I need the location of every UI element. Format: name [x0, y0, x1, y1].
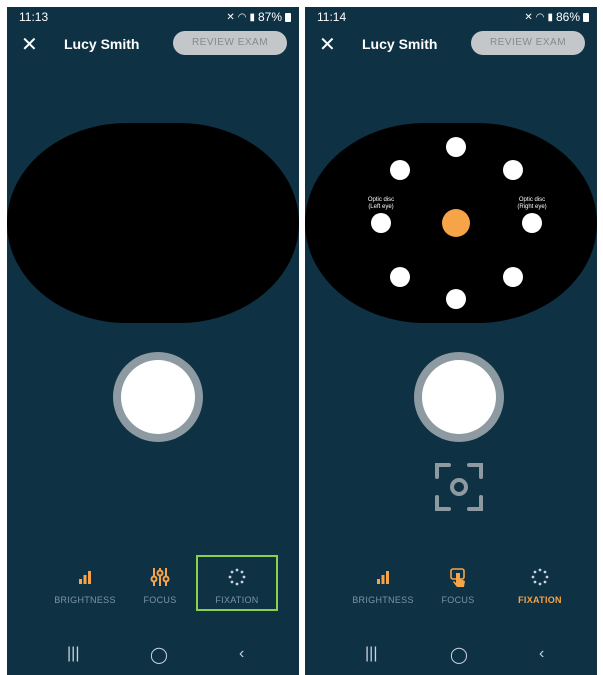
focus-target-icon[interactable]: [434, 462, 484, 512]
recents-icon[interactable]: |||: [67, 645, 79, 663]
fixation-point-bottom[interactable]: [446, 289, 466, 309]
capture-button-inner: [121, 360, 195, 434]
optic-disc-right-label: Optic disc (Right eye): [517, 197, 547, 210]
fixation-point-right[interactable]: [522, 213, 542, 233]
tab-focus-label: FOCUS: [143, 595, 177, 605]
home-icon[interactable]: ◯: [150, 645, 168, 665]
tab-brightness[interactable]: BRIGHTNESS: [43, 565, 127, 605]
optic-disc-left-label: Optic disc (Left eye): [367, 197, 395, 210]
mute-icon: ✕: [524, 11, 533, 23]
review-exam-button[interactable]: REVIEW EXAM: [471, 31, 585, 55]
fixation-point-center[interactable]: [442, 209, 470, 237]
fixation-tab-highlight: [196, 555, 278, 611]
battery-icon: [583, 12, 589, 22]
camera-preview: Optic disc (Left eye) Optic disc (Right …: [305, 123, 597, 323]
patient-name: Lucy Smith: [64, 36, 140, 52]
fixation-icon: [498, 565, 582, 589]
header: ✕ Lucy Smith REVIEW EXAM: [7, 27, 299, 65]
status-bar: 11:13 ✕ ◠ ▮ 87%: [7, 7, 299, 27]
focus-sliders-icon: [118, 565, 202, 589]
fixation-point-lower-left[interactable]: [390, 267, 410, 287]
system-navbar: ||| ◯ ‹: [7, 637, 299, 675]
back-icon[interactable]: ‹: [539, 645, 544, 663]
capture-button[interactable]: [113, 352, 203, 442]
tab-focus[interactable]: FOCUS: [416, 565, 500, 605]
status-bar: 11:14 ✕ ◠ ▮ 86%: [305, 7, 597, 27]
fixation-point-upper-right[interactable]: [503, 160, 523, 180]
signal-icon: ▮: [547, 11, 553, 23]
fixation-point-lower-right[interactable]: [503, 267, 523, 287]
right-phone-screen: 11:14 ✕ ◠ ▮ 86% ✕ Lucy Smith REVIEW EXAM…: [305, 7, 597, 675]
wifi-icon: ◠: [535, 11, 545, 23]
status-icons: ✕ ◠ ▮ 86%: [524, 10, 589, 24]
close-icon[interactable]: ✕: [21, 33, 38, 57]
battery-icon: [285, 12, 291, 22]
battery-percent: 87%: [257, 10, 282, 24]
system-navbar: ||| ◯ ‹: [305, 637, 597, 675]
recents-icon[interactable]: |||: [365, 645, 377, 663]
status-icons: ✕ ◠ ▮ 87%: [226, 10, 291, 24]
tab-focus[interactable]: FOCUS: [118, 565, 202, 605]
brightness-icon: [341, 565, 425, 589]
bottom-tabs: BRIGHTNESS FOCUS FIXATION: [305, 565, 597, 615]
left-phone-screen: 11:13 ✕ ◠ ▮ 87% ✕ Lucy Smith REVIEW EXAM…: [7, 7, 299, 675]
header: ✕ Lucy Smith REVIEW EXAM: [305, 27, 597, 65]
patient-name: Lucy Smith: [362, 36, 438, 52]
status-time: 11:14: [317, 10, 347, 24]
fixation-point-top[interactable]: [446, 137, 466, 157]
touch-icon: [416, 565, 500, 589]
tab-fixation-label: FIXATION: [518, 595, 562, 605]
wifi-icon: ◠: [237, 11, 247, 23]
status-time: 11:13: [19, 10, 49, 24]
fixation-point-left[interactable]: [371, 213, 391, 233]
brightness-icon: [43, 565, 127, 589]
tab-brightness[interactable]: BRIGHTNESS: [341, 565, 425, 605]
camera-preview: [7, 123, 299, 323]
home-icon[interactable]: ◯: [450, 645, 468, 665]
tab-brightness-label: BRIGHTNESS: [352, 595, 414, 605]
capture-button-inner: [422, 360, 496, 434]
battery-percent: 86%: [555, 10, 580, 24]
review-exam-button[interactable]: REVIEW EXAM: [173, 31, 287, 55]
mute-icon: ✕: [226, 11, 235, 23]
capture-button[interactable]: [414, 352, 504, 442]
tab-focus-label: FOCUS: [441, 595, 475, 605]
tab-brightness-label: BRIGHTNESS: [54, 595, 116, 605]
fixation-point-upper-left[interactable]: [390, 160, 410, 180]
back-icon[interactable]: ‹: [239, 645, 244, 663]
tab-fixation[interactable]: FIXATION: [498, 565, 582, 605]
close-icon[interactable]: ✕: [319, 33, 336, 57]
signal-icon: ▮: [249, 11, 255, 23]
